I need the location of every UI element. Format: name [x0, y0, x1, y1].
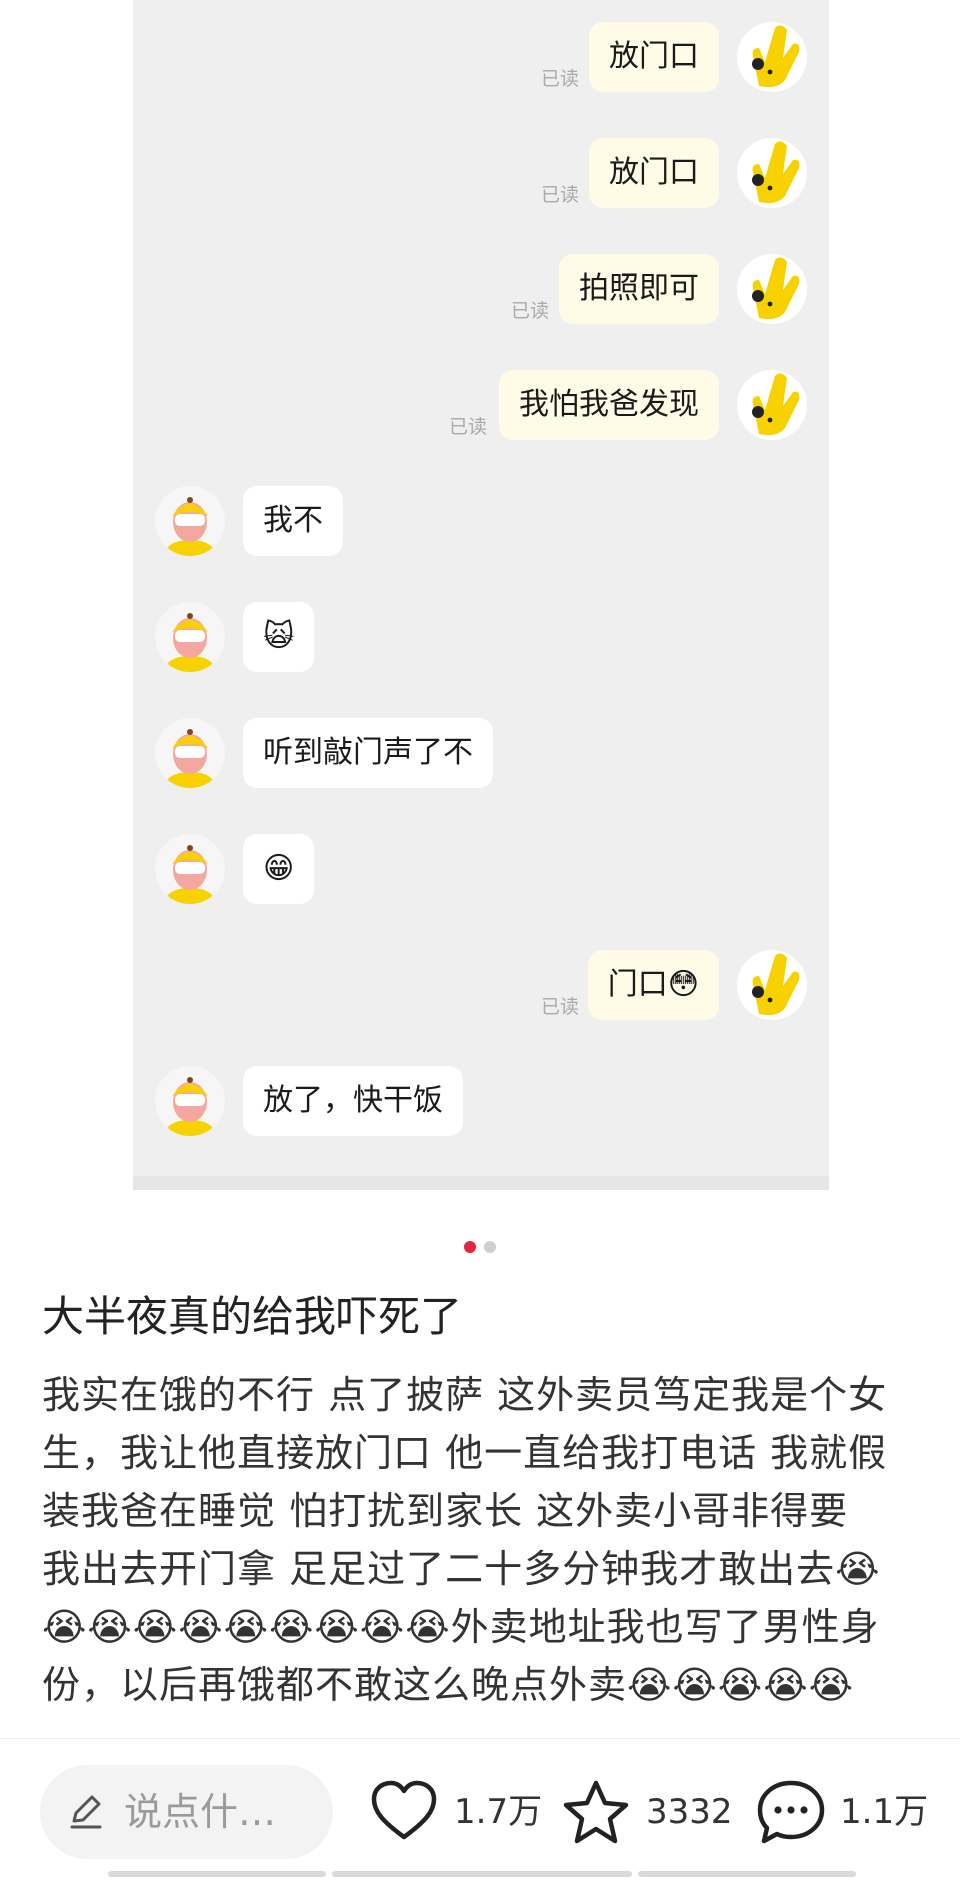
chat-message-sent: 已读 拍照即可 [133, 254, 829, 330]
post-body-line: 装我爸在睡觉 怕打扰到家长 这外卖小哥非得要 [42, 1489, 849, 1533]
like-count: 1.7万 [454, 1792, 543, 1832]
self-avatar [737, 950, 807, 1020]
chat-screenshot-image[interactable]: 已读 放门口 已读 放门口 已读 拍照即可 已读 我怕我爸发现 我不 🙀 听到敲… [133, 0, 829, 1190]
message-bubble: 放了，快干饭 [243, 1066, 463, 1136]
self-avatar [737, 138, 807, 208]
chat-message-sent: 已读 我怕我爸发现 [133, 370, 829, 446]
person-avatar-icon [155, 602, 225, 672]
pagination-dot-active[interactable] [464, 1241, 476, 1253]
read-receipt: 已读 [510, 300, 549, 322]
self-avatar [737, 370, 807, 440]
chat-message-received: 🙀 [133, 602, 829, 678]
post-body[interactable]: 我实在饿的不行 点了披萨 这外卖员笃定我是个女 生，我让他直接放门口 他一直给我… [42, 1366, 922, 1738]
other-avatar [155, 834, 225, 904]
gesture-segment [108, 1871, 326, 1877]
message-bubble: 放门口 [589, 138, 719, 208]
other-avatar [155, 602, 225, 672]
comment-button[interactable]: 1.1万 [756, 1765, 929, 1859]
other-avatar [155, 718, 225, 788]
post-body-line: 我实在饿的不行 点了披萨 这外卖员笃定我是个女 [42, 1373, 888, 1417]
heart-icon [371, 1780, 437, 1840]
message-bubble: 门口😳 [587, 950, 719, 1020]
person-avatar-icon [155, 834, 225, 904]
post-title: 大半夜真的给我吓死了 [42, 1292, 463, 1341]
person-avatar-icon [155, 718, 225, 788]
message-bubble: 🙀 [243, 602, 315, 672]
comment-count: 1.1万 [840, 1792, 929, 1832]
chat-message-sent: 已读 门口😳 [133, 950, 829, 1026]
collect-button[interactable]: 3332 [562, 1765, 733, 1859]
hand-avatar-icon [752, 25, 800, 88]
message-bubble: 听到敲门声了不 [243, 718, 493, 788]
star-icon [563, 1780, 629, 1844]
comment-placeholder: 说点什… [124, 1790, 277, 1834]
person-avatar-icon [155, 486, 225, 556]
chat-message-sent: 已读 放门口 [133, 138, 829, 214]
text-fade-overlay [0, 1700, 960, 1738]
image-pagination[interactable] [0, 1238, 960, 1253]
post-body-line: 生，我让他直接放门口 他一直给我打电话 我就假 [42, 1431, 888, 1475]
chat-message-received: 我不 [133, 486, 829, 562]
bottom-action-bar: 说点什… 1.7万 3332 1.1万 [0, 1738, 960, 1885]
post-body-line: 😭😭😭😭😭😭😭😭😭外卖地址我也写了男性身 [42, 1605, 880, 1649]
message-bubble: 我怕我爸发现 [499, 370, 719, 440]
image-bottom-edge [133, 1176, 829, 1190]
gesture-segment [638, 1871, 856, 1877]
chat-message-received: 听到敲门声了不 [133, 718, 829, 794]
gesture-segment [332, 1871, 632, 1877]
bottom-gesture-bar [0, 1871, 960, 1877]
chat-message-received: 😁 [133, 834, 829, 910]
message-bubble: 拍照即可 [559, 254, 719, 324]
read-receipt: 已读 [540, 184, 579, 206]
read-receipt: 已读 [448, 416, 487, 438]
message-bubble: 😁 [243, 834, 315, 904]
message-bubble: 放门口 [589, 22, 719, 92]
self-avatar [737, 254, 807, 324]
comment-input[interactable]: 说点什… [40, 1765, 333, 1859]
read-receipt: 已读 [540, 996, 579, 1018]
hand-avatar-icon [752, 141, 800, 204]
person-avatar-icon [155, 1066, 225, 1136]
message-bubble: 我不 [243, 486, 343, 556]
hand-avatar-icon [752, 373, 800, 436]
collect-count: 3332 [646, 1792, 733, 1832]
post-body-line: 我出去开门拿 足足过了二十多分钟我才敢出去😭 [42, 1547, 881, 1591]
like-button[interactable]: 1.7万 [370, 1765, 543, 1859]
chat-message-sent: 已读 放门口 [133, 22, 829, 98]
pagination-dot[interactable] [484, 1241, 496, 1253]
other-avatar [155, 486, 225, 556]
other-avatar [155, 1066, 225, 1136]
pencil-icon [70, 1795, 102, 1829]
chat-bubble-icon [757, 1780, 825, 1844]
hand-avatar-icon [752, 953, 800, 1016]
read-receipt: 已读 [540, 68, 579, 90]
hand-avatar-icon [752, 257, 800, 320]
self-avatar [737, 22, 807, 92]
chat-message-received: 放了，快干饭 [133, 1066, 829, 1142]
